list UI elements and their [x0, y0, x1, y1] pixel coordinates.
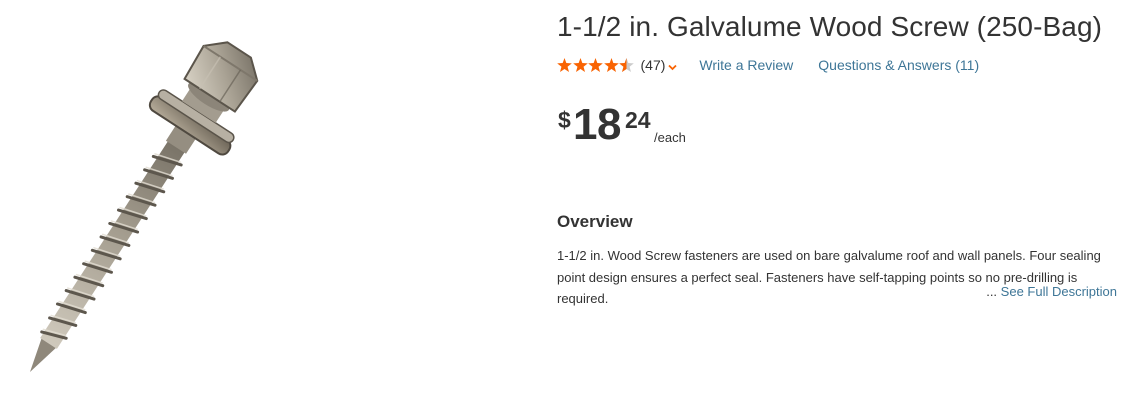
see-full-description: ... See Full Description [986, 284, 1117, 299]
star-icon [603, 58, 619, 72]
half-star-icon [619, 58, 634, 72]
price-cents: 24 [625, 107, 651, 133]
star-icon [557, 58, 572, 72]
price-currency: $ [558, 107, 571, 133]
price-whole: 18 [573, 100, 621, 149]
star-icon [588, 58, 603, 72]
overview-description: 1-1/2 in. Wood Screw fasteners are used … [557, 248, 1101, 306]
overview-heading: Overview [557, 212, 633, 231]
star-rating[interactable] [557, 58, 635, 72]
questions-answers-link[interactable]: Questions & Answers (11) [818, 57, 979, 73]
star-icon [572, 58, 588, 72]
chevron-down-icon[interactable] [668, 58, 678, 74]
product-image[interactable] [0, 0, 460, 403]
rating-row: (47) Write a Review Questions & Answers … [557, 55, 979, 75]
screw-illustration [30, 41, 259, 372]
ellipsis: ... [986, 284, 998, 299]
see-full-description-link[interactable]: See Full Description [1001, 284, 1117, 299]
rating-count[interactable]: (47) [641, 57, 666, 73]
product-title: 1-1/2 in. Galvalume Wood Screw (250-Bag) [557, 11, 1103, 42]
write-review-link[interactable]: Write a Review [699, 57, 793, 73]
product-page: 1-1/2 in. Galvalume Wood Screw (250-Bag)… [0, 0, 1131, 403]
price-unit: /each [654, 130, 686, 145]
